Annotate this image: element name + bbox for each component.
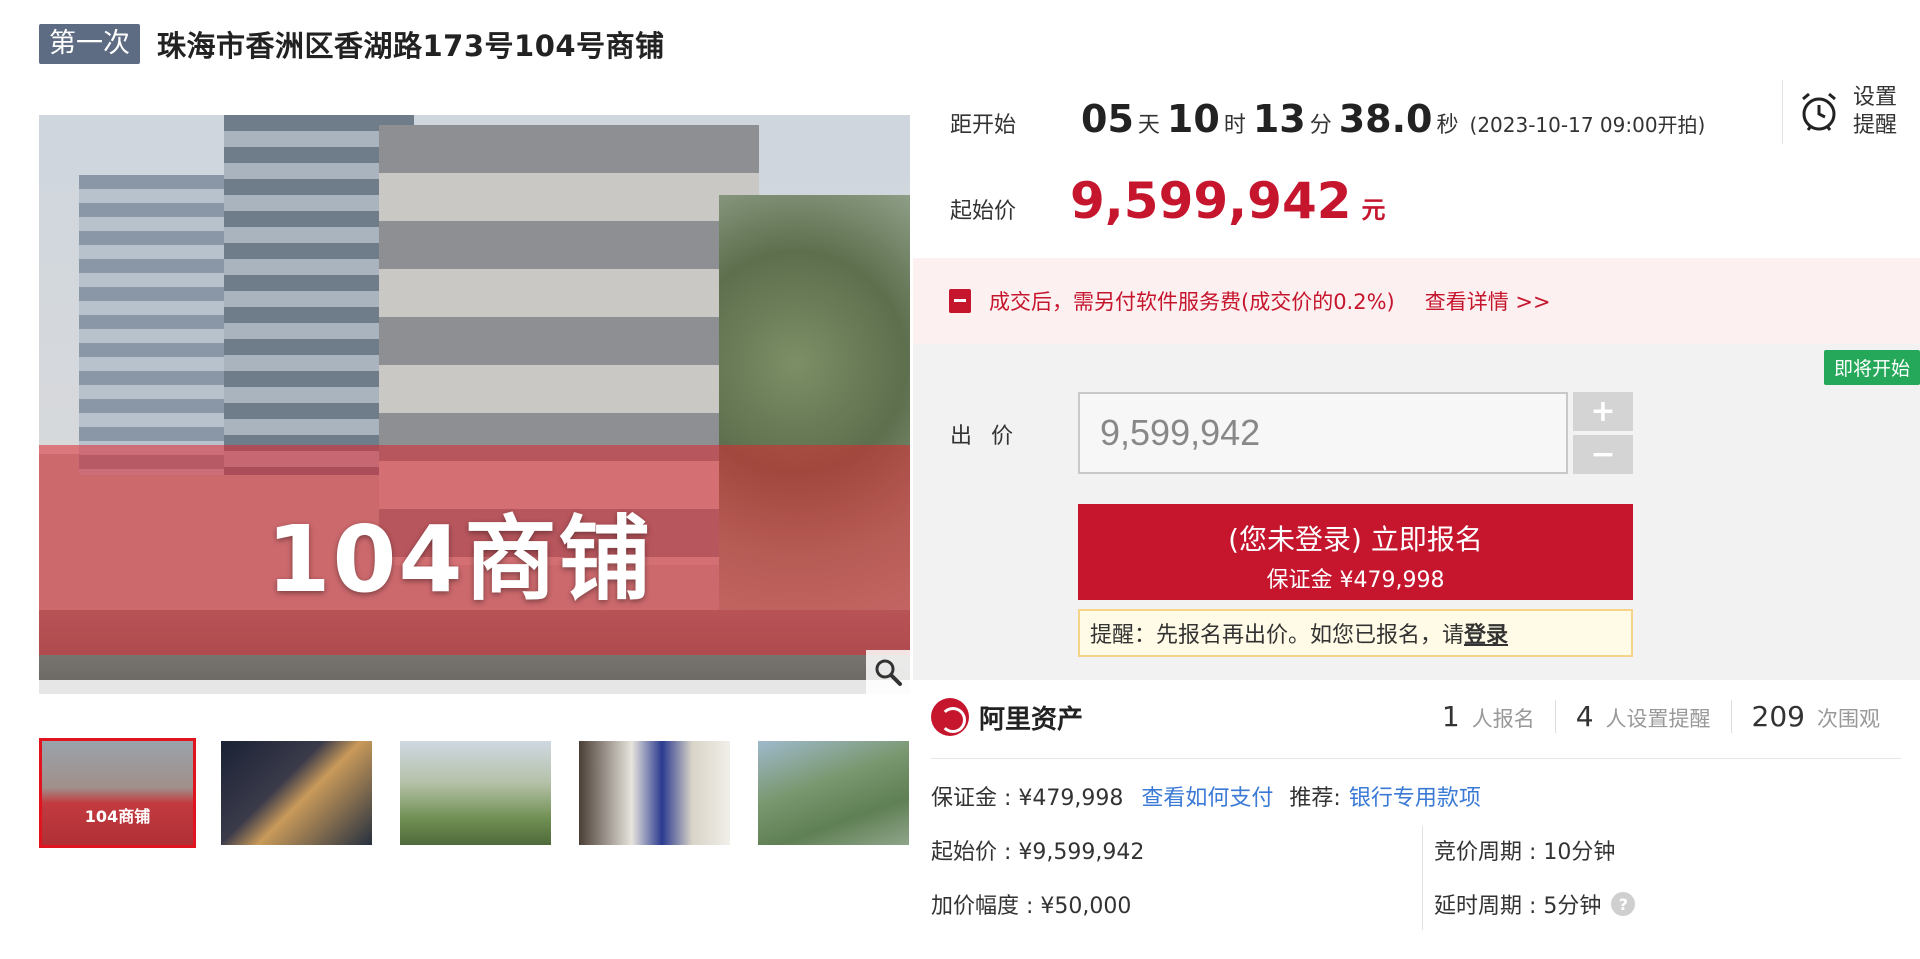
increment-info: 加价幅度 : ¥50,000 — [931, 894, 1132, 919]
signup-deposit-label: 保证金 ¥479,998 — [1266, 568, 1445, 593]
platform-name: 阿里资产 — [979, 704, 1084, 735]
service-fee-text: 成交后，需另付软件服务费(成交价的0.2%) — [989, 290, 1395, 314]
image-tower-left — [79, 175, 229, 475]
thumbnail[interactable] — [397, 738, 554, 848]
countdown-minutes: 13 — [1252, 97, 1306, 141]
bid-label: 出 价 — [950, 424, 1019, 449]
start-price-value: 9,599,942 — [1070, 172, 1352, 230]
gift-icon — [949, 289, 971, 313]
countdown: 距开始 05 天 10 时 13 分 38.0 秒 (2023-10-17 09… — [950, 97, 1705, 141]
login-tip-text: 提醒：先报名再出价。如您已报名，请 — [1090, 623, 1465, 648]
auction-start-time: (2023-10-17 09:00开拍) — [1469, 113, 1706, 137]
deposit-row: 保证金 : ¥479,998 查看如何支付 推荐: 银行专用款项 — [931, 780, 1481, 812]
title-row: 第一次 珠海市香洲区香湖路173号104号商铺 — [39, 24, 665, 64]
start-price-info: 起始价 : ¥9,599,942 — [931, 840, 1145, 865]
deposit-text: 保证金 : ¥479,998 — [931, 786, 1124, 811]
countdown-values: 05 天 10 时 13 分 38.0 秒 (2023-10-17 09:00开… — [1081, 97, 1705, 141]
countdown-hours: 10 — [1166, 97, 1220, 141]
bid-cycle-info: 竞价周期 : 10分钟 — [1434, 840, 1616, 865]
signup-button-label: (您未登录) 立即报名 — [1228, 523, 1483, 556]
how-to-pay-link[interactable]: 查看如何支付 — [1141, 780, 1273, 812]
bid-panel: 即将开始 出 价 + − (您未登录) 立即报名 保证金 ¥479,998 提醒… — [913, 344, 1920, 680]
zoom-button[interactable] — [866, 650, 910, 694]
service-fee-banner: 成交后，需另付软件服务费(成交价的0.2%) 查看详情 >> — [913, 258, 1920, 344]
start-price: 起始价 9,599,942 元 — [950, 172, 1386, 230]
alarm-clock-icon — [1802, 92, 1836, 131]
login-tip: 提醒：先报名再出价。如您已报名，请 登录 — [1078, 609, 1633, 657]
view-details-link[interactable]: 查看详情 >> — [1425, 286, 1551, 316]
countdown-days-unit: 天 — [1137, 113, 1160, 138]
auction-stats: 1 人报名 4 人设置提醒 209 次围观 — [1422, 700, 1900, 733]
thumbnail-caption: 104商铺 — [84, 807, 151, 826]
ali-asset-logo-icon — [931, 698, 969, 736]
magnifier-icon — [875, 659, 902, 686]
start-price-unit: 元 — [1361, 196, 1386, 224]
stat-views: 209 次围观 — [1730, 700, 1900, 733]
main-image-footer — [39, 680, 910, 694]
thumbnail-strip: 104商铺 — [39, 738, 934, 848]
thumbnail[interactable] — [755, 738, 912, 848]
login-link[interactable]: 登录 — [1464, 617, 1508, 649]
thumbnail[interactable] — [218, 738, 375, 848]
bid-amount-input[interactable] — [1078, 392, 1568, 474]
countdown-days: 05 — [1081, 97, 1134, 141]
question-circle-icon[interactable]: ? — [1611, 892, 1636, 916]
thumbnail[interactable] — [576, 738, 733, 848]
start-price-label: 起始价 — [950, 199, 1017, 224]
main-image-label: 104商铺 — [266, 506, 653, 613]
delay-cycle-info: 延时周期 : 5分钟 ? — [1434, 888, 1636, 920]
reminder-text: 设置 提醒 — [1853, 85, 1898, 138]
decrease-bid-button[interactable]: − — [1573, 435, 1633, 474]
platform-logo: 阿里资产 — [931, 698, 1083, 736]
bid-stepper: + − — [1573, 392, 1633, 474]
stat-reminders: 4 人设置提醒 — [1554, 700, 1731, 733]
status-badge: 即将开始 — [1823, 350, 1920, 385]
bank-payment-link[interactable]: 银行专用款项 — [1349, 780, 1481, 812]
recommend-label: 推荐: — [1289, 786, 1341, 811]
stats-divider — [931, 758, 1901, 759]
countdown-hours-unit: 时 — [1223, 113, 1246, 138]
countdown-seconds: 38.0 — [1338, 97, 1433, 141]
increase-bid-button[interactable]: + — [1573, 392, 1633, 431]
page-title: 珠海市香洲区香湖路173号104号商铺 — [157, 29, 665, 63]
stat-registrations: 1 人报名 — [1441, 700, 1535, 733]
set-reminder-button[interactable]: 设置 提醒 — [1782, 80, 1920, 144]
countdown-seconds-unit: 秒 — [1436, 113, 1459, 138]
signup-button[interactable]: (您未登录) 立即报名 保证金 ¥479,998 — [1078, 504, 1633, 600]
info-divider — [1422, 826, 1423, 930]
round-badge: 第一次 — [39, 24, 140, 64]
main-image[interactable]: 104商铺 — [39, 115, 910, 680]
thumbnail[interactable]: 104商铺 — [39, 738, 196, 848]
countdown-minutes-unit: 分 — [1309, 113, 1332, 138]
countdown-label: 距开始 — [950, 113, 1017, 138]
